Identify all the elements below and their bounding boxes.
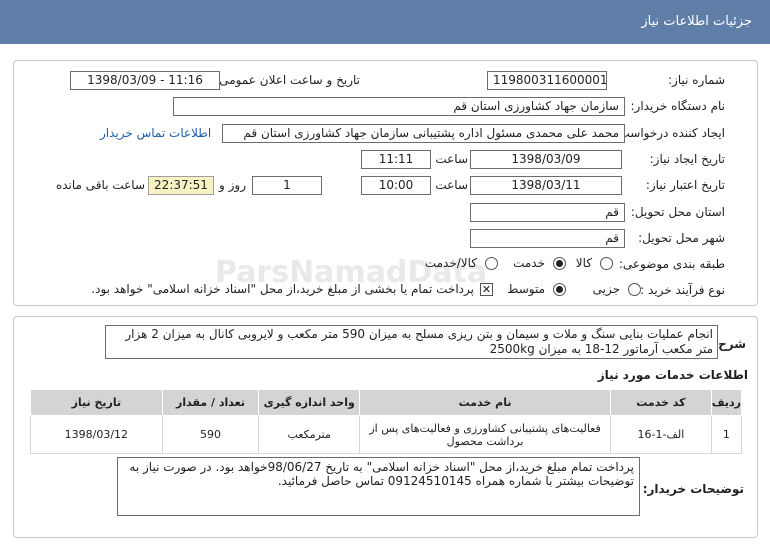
page-header: جزئیات اطلاعات نیاز: [0, 0, 770, 44]
category-radio-goods[interactable]: [600, 257, 613, 270]
col-unit: واحد اندازه گیری: [258, 389, 361, 416]
valid-date-label: تاریخ اعتبار نیاز:: [645, 178, 725, 192]
category-option-goods-service: کالا/خدمت: [424, 256, 477, 270]
create-time-field: 11:11: [361, 150, 431, 169]
days-label: روز و: [219, 178, 246, 192]
city-label: شهر محل تحویل:: [638, 231, 725, 245]
create-time-label: ساعت: [435, 152, 468, 166]
cell-quantity: 590: [161, 415, 260, 454]
valid-date-field: 1398/03/11: [470, 176, 622, 195]
treasury-checkbox[interactable]: ✕: [480, 283, 493, 296]
requester-field: محمد علی محمدی مسئول اداره پشتیبانی سازم…: [222, 124, 625, 143]
announce-field: 1398/03/09 - 11:16: [70, 71, 220, 90]
remaining-time-field: 22:37:51: [148, 176, 214, 195]
services-table: ردیف کد خدمت نام خدمت واحد اندازه گیری ت…: [30, 389, 743, 454]
process-label: نوع فرآیند خرید :: [640, 283, 725, 297]
buyer-notes-label: توضیحات خریدار:: [642, 482, 744, 496]
process-radio-medium[interactable]: [553, 283, 566, 296]
remaining-label: ساعت باقی مانده: [55, 178, 145, 192]
valid-time-label: ساعت: [435, 178, 468, 192]
cell-service-code: الف-1-16: [610, 415, 712, 454]
requester-label: ایجاد کننده درخواست:: [614, 126, 725, 140]
col-service-code: کد خدمت: [610, 389, 712, 416]
col-service-name: نام خدمت: [359, 389, 612, 416]
valid-time-field: 10:00: [361, 176, 431, 195]
province-label: استان محل تحویل:: [630, 205, 725, 219]
buyer-notes-text: پرداخت تمام مبلغ خرید،از محل "اسناد خزان…: [129, 460, 634, 488]
need-number-field: 1198003116000010: [487, 71, 607, 90]
services-title: اطلاعات خدمات مورد نیاز: [597, 368, 748, 382]
category-option-service: خدمت: [513, 256, 545, 270]
category-option-goods: کالا: [575, 256, 592, 270]
summary-text: انجام عملیات بنایی سنگ و ملات و سیمان و …: [125, 327, 713, 356]
cell-row: 1: [710, 415, 743, 454]
need-number-label: شماره نیاز:: [668, 73, 725, 87]
category-radio-service[interactable]: [553, 257, 566, 270]
buyer-field: سازمان جهاد کشاورزی استان قم: [173, 97, 625, 116]
buyer-label: نام دستگاه خریدار:: [630, 99, 726, 113]
city-field: قم: [470, 229, 625, 248]
process-option-medium: متوسط: [507, 282, 545, 296]
services-header-row: ردیف کد خدمت نام خدمت واحد اندازه گیری ت…: [30, 389, 743, 416]
buyer-notes-box: پرداخت تمام مبلغ خرید،از محل "اسناد خزان…: [117, 457, 640, 516]
process-radio-minor[interactable]: [628, 283, 641, 296]
days-remaining-field: 1: [252, 176, 322, 195]
cell-unit: مترمکعب: [258, 415, 361, 454]
cell-service-name: فعالیت‌های پشتیبانی کشاورزی و فعالیت‌های…: [359, 415, 612, 454]
category-label: طبقه بندی موضوعی:: [618, 257, 725, 271]
category-radio-goods-service[interactable]: [485, 257, 498, 270]
payment-note: پرداخت تمام یا بخشی از مبلغ خرید،از محل …: [91, 282, 474, 296]
table-row: 1 الف-1-16 فعالیت‌های پشتیبانی کشاورزی و…: [30, 415, 743, 454]
page-title: جزئیات اطلاعات نیاز: [641, 14, 752, 29]
province-field: قم: [470, 203, 625, 222]
create-date-field: 1398/03/09: [470, 150, 622, 169]
contact-buyer-link[interactable]: اطلاعات تماس خریدار: [100, 126, 211, 140]
process-option-minor: جزیی: [592, 282, 620, 296]
cell-need-date: 1398/03/12: [30, 415, 163, 454]
announce-label: تاریخ و ساعت اعلان عمومی:: [215, 73, 360, 87]
create-date-label: تاریخ ایجاد نیاز:: [649, 152, 725, 166]
col-quantity: تعداد / مقدار: [161, 389, 260, 416]
summary-text-box: انجام عملیات بنایی سنگ و ملات و سیمان و …: [105, 325, 718, 359]
col-row: ردیف: [710, 389, 743, 416]
col-need-date: تاریخ نیاز: [30, 389, 163, 416]
